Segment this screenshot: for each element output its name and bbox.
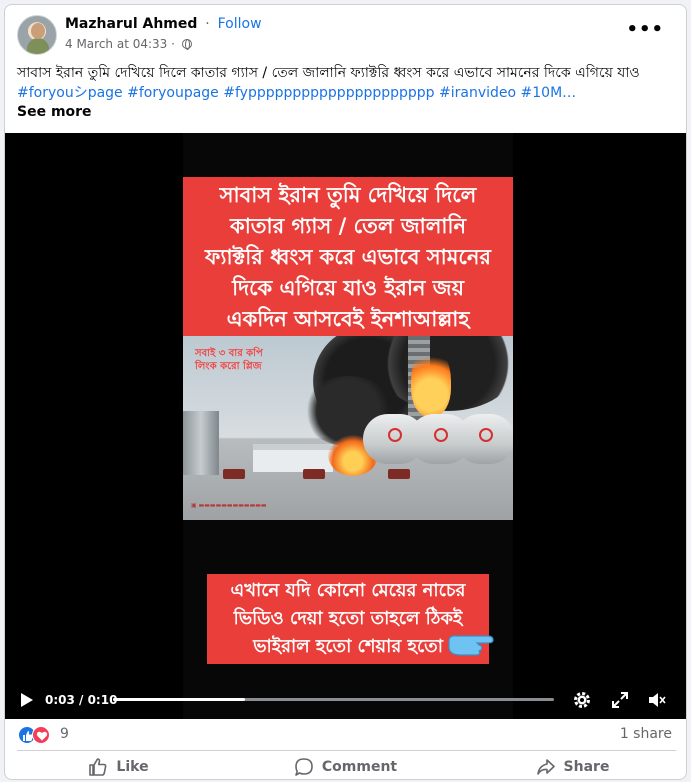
- post-card: Mazharul Ahmed · Follow 4 March at 04:33…: [4, 4, 687, 780]
- engagement-counts: 9 1 share: [5, 723, 686, 745]
- video-progress-fill: [113, 698, 246, 701]
- fire-truck: [223, 469, 245, 479]
- fire-flame: [411, 346, 451, 416]
- watermark-logo: ▣ ▬▬▬▬▬▬▬▬▬▬▬▬: [191, 502, 267, 509]
- avatar-body: [27, 38, 49, 54]
- reaction-count[interactable]: 9: [60, 726, 69, 742]
- video-overlay-text: সবাই ৩ বার কপি লিংক করো প্লিজ: [195, 348, 263, 372]
- author-name[interactable]: Mazharul Ahmed: [65, 16, 197, 32]
- video-controls: 0:03 / 0:10: [5, 681, 686, 719]
- avatar[interactable]: [17, 15, 57, 55]
- share-button[interactable]: Share: [459, 753, 686, 779]
- comment-label: Comment: [321, 759, 398, 775]
- video-progress-bar[interactable]: [113, 698, 554, 701]
- share-count[interactable]: 1 share: [620, 726, 672, 742]
- video-frame: সাবাস ইরান তুমি দেখিয়ে দিলে কাতার গ্যাস…: [183, 133, 513, 719]
- like-button[interactable]: Like: [5, 753, 232, 779]
- pointing-hand-icon: [448, 635, 494, 656]
- divider: [17, 750, 676, 751]
- fire-truck: [388, 469, 410, 479]
- video-time: 0:03 / 0:10: [45, 693, 118, 707]
- building: [253, 444, 333, 472]
- avatar-head: [31, 23, 45, 39]
- settings-icon[interactable]: [572, 690, 592, 710]
- mute-icon[interactable]: [647, 690, 667, 710]
- action-bar: Like Comment Share: [5, 753, 686, 779]
- video-top-banner: সাবাস ইরান তুমি দেখিয়ে দিলে কাতার গ্যাস…: [183, 177, 513, 337]
- thumbs-up-icon: [89, 758, 107, 776]
- fire-truck: [303, 469, 325, 479]
- post-meta: 4 March at 04:33 ·: [65, 37, 192, 51]
- more-options-button[interactable]: •••: [626, 19, 664, 40]
- reaction-icons[interactable]: [18, 726, 54, 744]
- gas-tank: [455, 414, 513, 464]
- name-separator: ·: [205, 16, 210, 32]
- storage-tank: [183, 411, 219, 475]
- fullscreen-icon[interactable]: [610, 690, 630, 710]
- caption-hashtags[interactable]: #foryouシpage #foryoupage #fypppppppppppp…: [17, 85, 576, 101]
- comment-button[interactable]: Comment: [232, 753, 459, 779]
- caption-text: সাবাস ইরান তুমি দেখিয়ে দিলে কাতার গ্যাস…: [17, 65, 640, 81]
- post-header: Mazharul Ahmed · Follow 4 March at 04:33…: [5, 5, 686, 63]
- comment-icon: [295, 758, 313, 776]
- fire-scene-image: সবাই ৩ বার কপি লিংক করো প্লিজ ▣ ▬▬▬▬▬▬▬▬…: [183, 336, 513, 520]
- post-caption: সাবাস ইরান তুমি দেখিয়ে দিলে কাতার গ্যাস…: [17, 63, 657, 103]
- author-line: Mazharul Ahmed · Follow: [65, 16, 262, 32]
- post-timestamp[interactable]: 4 March at 04:33: [65, 37, 167, 51]
- love-reaction-icon: [32, 726, 50, 744]
- globe-icon: [181, 39, 192, 50]
- like-label: Like: [116, 759, 149, 775]
- meta-separator: ·: [171, 37, 175, 51]
- video-player[interactable]: সাবাস ইরান তুমি দেখিয়ে দিলে কাতার গ্যাস…: [5, 133, 686, 719]
- share-icon: [536, 759, 555, 775]
- share-label: Share: [563, 759, 610, 775]
- see-more-link[interactable]: See more: [17, 104, 92, 120]
- follow-button[interactable]: Follow: [218, 16, 262, 32]
- play-icon[interactable]: [21, 693, 33, 707]
